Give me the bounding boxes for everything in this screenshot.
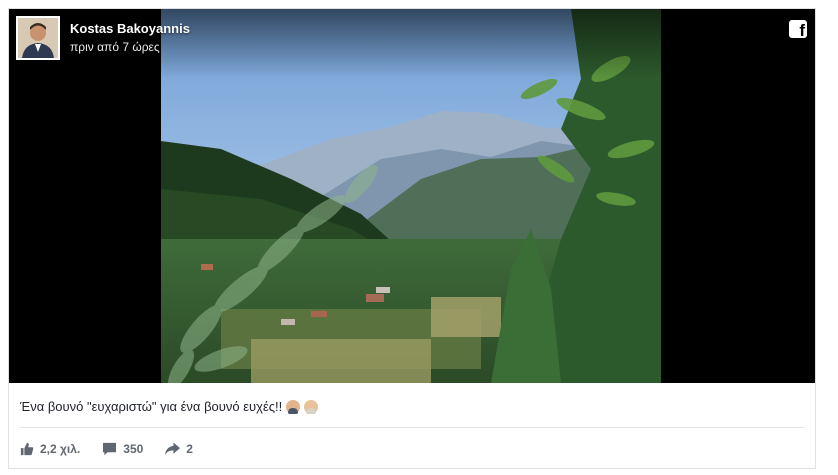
thumbs-up-icon bbox=[20, 442, 34, 456]
footer-divider bbox=[20, 427, 804, 428]
post-header: Kostas Bakoyannis πριν από 7 ώρες f bbox=[9, 9, 815, 79]
comment-count[interactable]: 350 bbox=[102, 442, 143, 456]
share-count-label: 2 bbox=[186, 442, 193, 456]
author-name[interactable]: Kostas Bakoyannis bbox=[70, 21, 190, 36]
post-timestamp[interactable]: πριν από 7 ώρες bbox=[70, 40, 160, 54]
facebook-icon[interactable]: f bbox=[789, 20, 807, 38]
comment-count-label: 350 bbox=[123, 442, 144, 456]
man-in-suit-emoji bbox=[286, 399, 301, 414]
post-caption: Ένα βουνό "ευχαριστώ" για ένα βουνό ευχέ… bbox=[20, 399, 319, 414]
caption-text: Ένα βουνό "ευχαριστώ" για ένα βουνό ευχέ… bbox=[20, 399, 283, 414]
like-count[interactable]: 2,2 χιλ. bbox=[20, 442, 80, 456]
like-count-label: 2,2 χιλ. bbox=[40, 442, 81, 456]
embedded-post: Kostas Bakoyannis πριν από 7 ώρες f Ένα … bbox=[8, 8, 816, 469]
man-emoji bbox=[304, 399, 319, 414]
author-avatar[interactable] bbox=[16, 16, 60, 60]
post-footer: 2,2 χιλ. 350 2 bbox=[20, 439, 215, 459]
share-count[interactable]: 2 bbox=[165, 442, 193, 456]
post-media[interactable]: Kostas Bakoyannis πριν από 7 ώρες f bbox=[9, 9, 815, 383]
comment-icon bbox=[103, 442, 117, 456]
share-icon bbox=[165, 442, 181, 455]
